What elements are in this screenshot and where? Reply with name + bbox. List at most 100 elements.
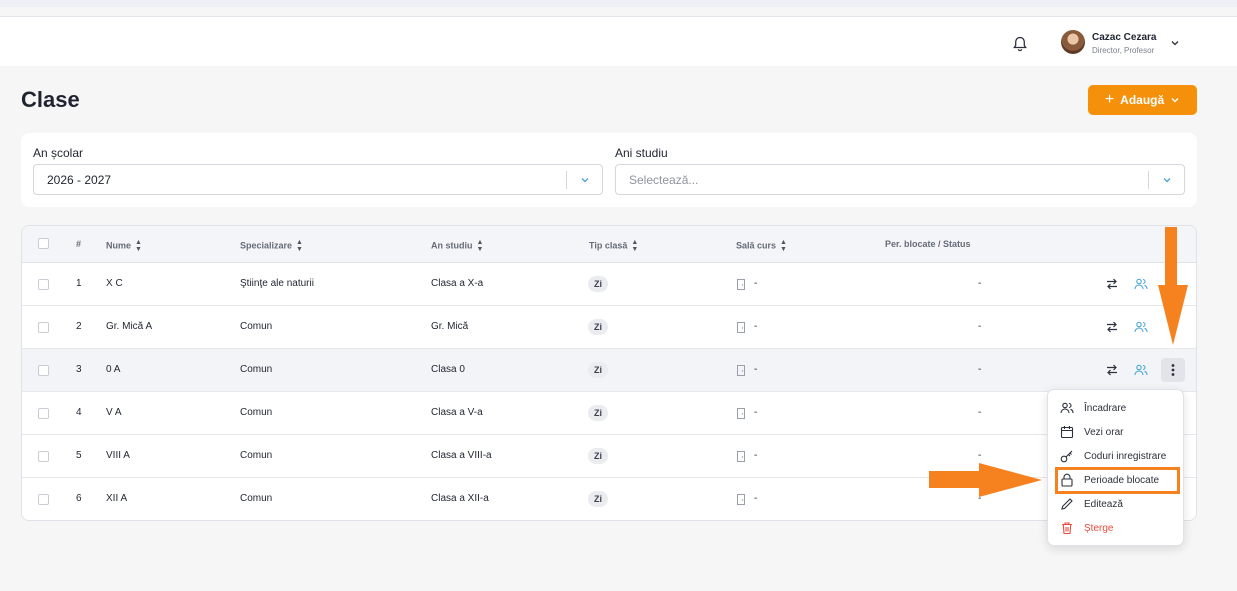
table-row: 2 Gr. Mică A Comun Gr. Mică Zi - - <box>22 306 1196 349</box>
menu-item-edit[interactable]: Editează <box>1048 492 1183 516</box>
row-number: 4 <box>76 407 82 418</box>
row-status: - <box>978 364 982 375</box>
door-icon <box>737 365 745 376</box>
row-room: - <box>754 364 758 375</box>
row-checkbox[interactable] <box>38 322 49 333</box>
trash-icon <box>1062 522 1072 535</box>
menu-item-label: Șterge <box>1084 523 1114 534</box>
school-year-select[interactable]: 2026 - 2027 <box>33 164 603 195</box>
study-years-placeholder: Selectează... <box>629 173 699 187</box>
users-icon[interactable] <box>1134 277 1148 291</box>
calendar-icon <box>1060 426 1074 439</box>
school-year-label: An școlar <box>33 146 84 160</box>
transfer-icon[interactable] <box>1105 320 1119 334</box>
row-status: - <box>978 407 982 418</box>
row-study-year: Clasa a V-a <box>431 407 483 418</box>
col-number: # <box>76 239 82 249</box>
users-icon[interactable] <box>1134 320 1148 334</box>
row-name: V A <box>106 407 122 418</box>
col-study-year[interactable]: An studiu ▲ ▼ <box>431 239 483 253</box>
row-room: - <box>754 407 758 418</box>
plus-icon: + <box>1104 91 1115 108</box>
table-header: # Nume ▲ ▼ Specializare ▲ ▼ An studiu ▲ ▼ Tip … <box>22 226 1196 263</box>
chevron-down-icon[interactable] <box>580 175 590 185</box>
row-number: 3 <box>76 364 82 375</box>
chevron-down-icon <box>1171 98 1179 103</box>
col-room[interactable]: Sală curs ▲ ▼ <box>736 239 787 253</box>
row-room: - <box>754 493 758 504</box>
row-name: VIII A <box>106 450 130 461</box>
chevron-down-icon[interactable] <box>1170 38 1180 48</box>
row-checkbox[interactable] <box>38 365 49 376</box>
row-checkbox[interactable] <box>38 279 49 290</box>
row-number: 6 <box>76 493 82 504</box>
school-year-value: 2026 - 2027 <box>47 173 112 187</box>
col-spec-label: Specializare <box>240 240 293 251</box>
row-number: 1 <box>76 278 82 289</box>
arrow-right-annotation <box>929 463 1042 497</box>
row-study-year: Gr. Mică <box>431 321 469 332</box>
key-icon <box>1060 450 1073 463</box>
row-specialization: Ştiinţe ale naturii <box>240 278 314 289</box>
study-years-select[interactable]: Selectează... <box>615 164 1185 195</box>
table-row: 4 V A Comun Clasa a V-a Zi - - <box>22 392 1196 435</box>
select-all-checkbox[interactable] <box>38 238 49 249</box>
sort-icon: ▲ ▼ <box>135 239 142 253</box>
door-icon <box>737 451 745 462</box>
row-specialization: Comun <box>240 321 273 332</box>
bell-icon[interactable] <box>1011 35 1029 53</box>
add-button[interactable]: + Adaugă <box>1088 85 1197 115</box>
highlight-box <box>1055 467 1180 494</box>
row-number: 5 <box>76 450 82 461</box>
sort-icon: ▲ ▼ <box>631 239 639 253</box>
row-actions-button[interactable] <box>1161 358 1185 382</box>
sort-icon: ▲ ▼ <box>780 239 787 253</box>
col-name[interactable]: Nume ▲ ▼ <box>106 239 142 253</box>
row-specialization: Comun <box>240 493 273 504</box>
row-study-year: Clasa a X-a <box>431 278 484 289</box>
top-strip <box>0 0 1237 7</box>
row-actions-menu: Încadrare Vezi orar Coduri inregistrare … <box>1047 389 1184 546</box>
row-checkbox[interactable] <box>38 451 49 462</box>
select-divider <box>1148 171 1149 189</box>
door-icon <box>737 494 745 505</box>
users-icon <box>1060 402 1074 414</box>
avatar[interactable] <box>1061 30 1085 54</box>
row-study-year: Clasa a XII-a <box>431 493 489 504</box>
menu-item-assignment[interactable]: Încadrare <box>1048 396 1183 420</box>
menu-item-registration-codes[interactable]: Coduri inregistrare <box>1048 444 1183 468</box>
row-checkbox[interactable] <box>38 494 49 505</box>
col-name-label: Nume <box>106 240 132 251</box>
filters-panel: An școlar 2026 - 2027 Ani studiu Selecte… <box>21 133 1197 207</box>
transfer-icon[interactable] <box>1105 363 1119 377</box>
row-status: - <box>978 321 982 332</box>
col-class-type[interactable]: Tip clasă ▲ ▼ <box>589 239 638 253</box>
user-role: Director, Profesor <box>1092 46 1155 55</box>
class-type-badge: Zi <box>588 491 608 507</box>
page-title: Clase <box>21 87 80 112</box>
row-number: 2 <box>76 321 82 332</box>
transfer-icon[interactable] <box>1105 277 1119 291</box>
door-icon <box>737 279 745 290</box>
add-button-label: Adaugă <box>1120 93 1165 107</box>
col-room-label: Sală curs <box>736 240 777 251</box>
row-room: - <box>754 450 758 461</box>
row-room: - <box>754 278 758 289</box>
class-type-badge: Zi <box>588 319 608 335</box>
users-icon[interactable] <box>1134 363 1148 377</box>
chevron-down-icon[interactable] <box>1162 175 1172 185</box>
menu-item-delete[interactable]: Șterge <box>1048 516 1183 540</box>
row-study-year: Clasa a VIII-a <box>431 450 492 461</box>
sort-icon: ▲ ▼ <box>476 239 484 253</box>
row-name: 0 A <box>106 364 121 375</box>
row-room: - <box>754 321 758 332</box>
col-specialization[interactable]: Specializare ▲ ▼ <box>240 239 303 253</box>
row-checkbox[interactable] <box>38 408 49 419</box>
menu-item-schedule[interactable]: Vezi orar <box>1048 420 1183 444</box>
table-row: 3 0 A Comun Clasa 0 Zi - - <box>22 349 1196 392</box>
class-type-badge: Zi <box>588 448 608 464</box>
row-specialization: Comun <box>240 364 273 375</box>
row-specialization: Comun <box>240 450 273 461</box>
user-name[interactable]: Cazac Cezara <box>1092 32 1156 43</box>
top-header: Cazac Cezara Director, Profesor <box>0 16 1237 66</box>
